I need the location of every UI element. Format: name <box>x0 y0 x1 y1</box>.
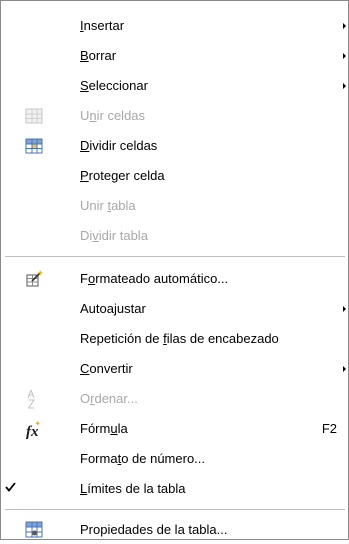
menu-item-label: Autoajustar <box>80 301 146 316</box>
menu-item-ordenar[interactable]: Ordenar... <box>2 385 348 413</box>
svg-text:fx: fx <box>26 424 39 439</box>
menu-item-label: Repetición de filas de encabezado <box>80 331 279 346</box>
autoformat-wand-icon <box>26 270 43 287</box>
table-properties-icon <box>25 521 43 538</box>
submenu-arrow-icon <box>343 366 346 372</box>
submenu-arrow-icon <box>343 53 346 59</box>
submenu-arrow-icon <box>343 23 346 29</box>
menu-item-label: Unir celdas <box>80 108 146 123</box>
menu-item-formato-numero[interactable]: Formato de número... <box>2 445 348 473</box>
menu-separator <box>5 256 345 257</box>
menu-item-label: Propiedades de la tabla... <box>80 522 228 537</box>
menu-item-label: Convertir <box>80 361 133 376</box>
menu-item-label: Proteger celda <box>80 168 165 183</box>
menu-item-proteger-celda[interactable]: Proteger celda <box>2 162 348 190</box>
submenu-arrow-icon <box>343 306 346 312</box>
sort-az-icon <box>27 389 36 409</box>
menu-item-convertir[interactable]: Convertir <box>2 355 348 383</box>
merge-cells-icon <box>25 108 43 124</box>
menu-item-label: Formato de número... <box>80 451 206 466</box>
menu-item-formula[interactable]: fx Fórmula F2 <box>2 415 348 443</box>
menu-item-borrar[interactable]: Borrar <box>2 42 348 70</box>
menu-item-label: Límites de la tabla <box>80 481 186 496</box>
checkmark-icon <box>5 482 16 492</box>
menu-item-label: Unir tabla <box>80 198 136 213</box>
menu-item-seleccionar[interactable]: Seleccionar <box>2 72 348 100</box>
menu-item-insertar[interactable]: Insertar <box>2 12 348 40</box>
menu-item-dividir-tabla[interactable]: Dividir tabla <box>2 222 348 250</box>
menu-item-dividir-celdas[interactable]: Dividir celdas <box>2 132 348 160</box>
menu-item-label: Seleccionar <box>80 78 148 93</box>
menu-item-label: Insertar <box>80 18 125 33</box>
fx-formula-icon: fx <box>26 420 41 439</box>
table-context-menu: Insertar Borrar Seleccionar Unir celdas <box>0 0 349 540</box>
menu-item-label: Dividir tabla <box>80 228 148 243</box>
submenu-arrow-icon <box>343 83 346 89</box>
menu-item-repeticion-filas-encabezado[interactable]: Repetición de filas de encabezado <box>2 325 348 353</box>
menu-item-label: Dividir celdas <box>80 138 158 153</box>
menu-separator <box>5 509 345 510</box>
menu-item-unir-tabla[interactable]: Unir tabla <box>2 192 348 220</box>
split-cells-icon <box>25 138 43 154</box>
menu-item-label: Borrar <box>80 48 117 63</box>
menu-item-label: Ordenar... <box>80 391 138 406</box>
menu-item-shortcut: F2 <box>321 421 337 436</box>
menu-item-label: Fórmula <box>80 421 128 436</box>
menu-item-limites-tabla[interactable]: Límites de la tabla <box>2 475 348 503</box>
menu-item-label: Formateado automático... <box>80 271 229 286</box>
menu-item-unir-celdas[interactable]: Unir celdas <box>2 102 348 130</box>
menu-item-formateado-automatico[interactable]: Formateado automático... <box>2 265 348 293</box>
menu-item-autoajustar[interactable]: Autoajustar <box>2 295 348 323</box>
